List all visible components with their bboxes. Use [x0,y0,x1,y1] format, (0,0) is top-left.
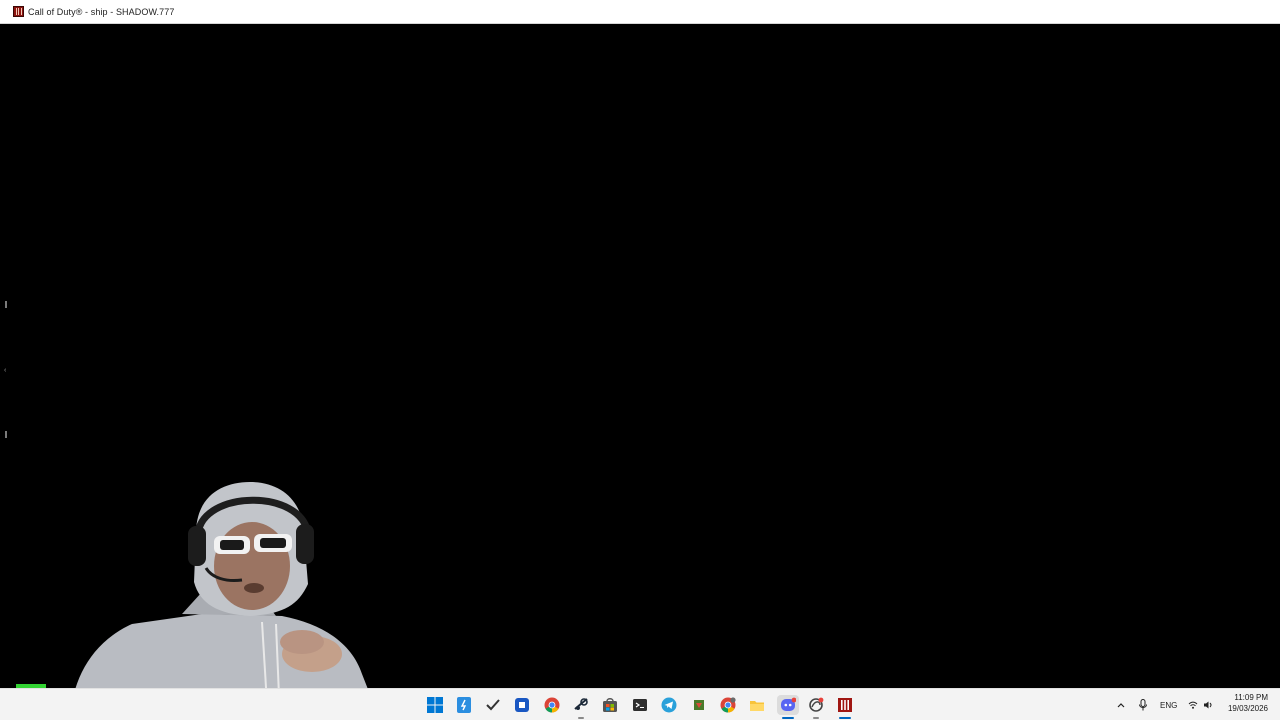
call-of-duty-taskbar-icon[interactable] [835,695,855,715]
language-indicator[interactable]: ENG [1160,701,1177,710]
running-indicator [578,717,584,719]
snipping-tool-icon[interactable] [512,695,532,715]
battle-net-icon[interactable] [806,695,826,715]
microphone-icon[interactable] [1133,695,1153,715]
chrome-icon[interactable] [542,695,562,715]
start-icon[interactable] [425,695,445,715]
window-title: Call of Duty® - ship - SHADOW.777 [28,6,175,17]
file-explorer-blue-icon[interactable] [454,695,474,715]
gpu-app-icon[interactable] [689,695,709,715]
window-title-bar[interactable]: Call of Duty® - ship - SHADOW.777 [0,0,1280,24]
running-indicator-active [782,717,794,719]
chevron-up-icon[interactable] [1111,695,1131,715]
clock[interactable]: 11:09 PM 19/03/2026 [1228,692,1268,714]
edge-marker-bottom [5,431,7,438]
file-explorer-icon[interactable] [747,695,767,715]
terminal-icon[interactable] [630,695,650,715]
microsoft-store-icon[interactable] [600,695,620,715]
steam-icon[interactable] [571,695,591,715]
speaker-icon[interactable] [1198,695,1218,715]
chevron-left-icon: ‹ [4,367,7,374]
checkmark-app-icon[interactable] [483,695,503,715]
running-indicator [813,717,819,719]
discord-icon[interactable] [777,695,799,715]
streamer-webcam [70,482,380,720]
chrome-profile-icon[interactable] [718,695,738,715]
edge-marker-top [5,301,7,308]
taskbar: ENG [0,688,1280,720]
telegram-icon[interactable] [659,695,679,715]
running-indicator-active [839,717,851,719]
clock-date: 19/03/2026 [1227,704,1268,713]
call-of-duty-icon [13,6,24,17]
clock-time: 11:09 PM [1234,693,1268,702]
